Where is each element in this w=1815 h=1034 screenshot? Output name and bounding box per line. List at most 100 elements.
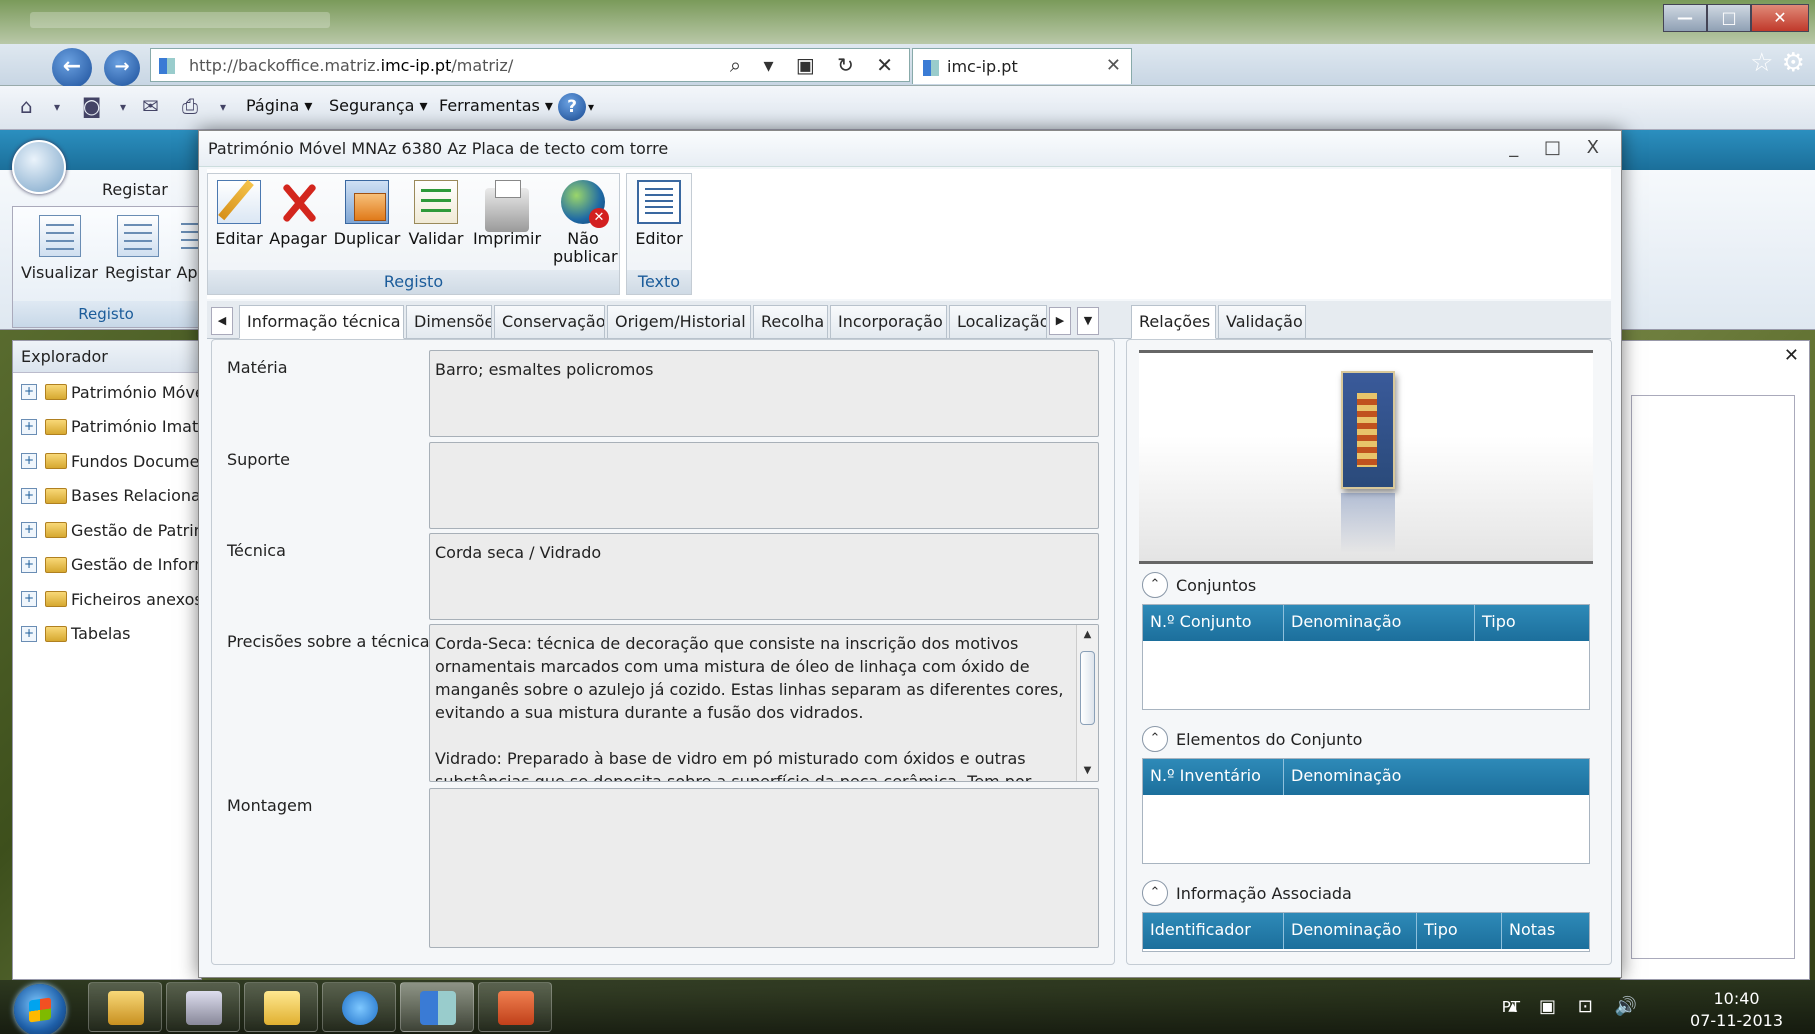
visualizar-button[interactable]: Visualizar bbox=[21, 215, 98, 282]
tree-item-label: Património Imaterial bbox=[71, 417, 201, 437]
taskbar-calculator[interactable] bbox=[166, 982, 240, 1032]
expand-icon[interactable]: + bbox=[21, 384, 37, 401]
scroll-down-icon[interactable]: ▼ bbox=[1077, 761, 1098, 781]
expand-icon[interactable]: + bbox=[21, 453, 37, 470]
tab-informacao-tecnica[interactable]: Informação técnica bbox=[239, 305, 404, 339]
expand-icon[interactable]: + bbox=[21, 591, 37, 608]
tab-list-dropdown-icon[interactable]: ▼ bbox=[1077, 307, 1099, 335]
suporte-field[interactable] bbox=[429, 442, 1099, 529]
scrollbar-thumb[interactable] bbox=[1080, 651, 1095, 725]
editor-button[interactable]: Editor bbox=[631, 180, 687, 248]
home-dropdown-icon[interactable]: ▾ bbox=[54, 100, 60, 114]
forward-button[interactable]: → bbox=[104, 50, 140, 86]
internet-explorer-icon bbox=[342, 991, 378, 1025]
collapse-chevron-icon[interactable]: ⌃ bbox=[1142, 726, 1168, 752]
precisoes-scrollbar[interactable]: ▲ ▼ bbox=[1076, 625, 1098, 781]
tab-relacoes[interactable]: Relações bbox=[1131, 305, 1216, 339]
montagem-field[interactable] bbox=[429, 788, 1099, 948]
maximize-button[interactable]: □ bbox=[1707, 4, 1751, 32]
security-menu[interactable]: Segurança ▾ bbox=[329, 96, 428, 115]
url-text[interactable]: http://backoffice.matriz.imc-ip.pt/matri… bbox=[189, 56, 513, 75]
column-header[interactable]: Denominação bbox=[1284, 605, 1475, 641]
help-icon[interactable]: ? bbox=[558, 93, 586, 121]
column-header[interactable]: Tipo bbox=[1417, 913, 1502, 949]
tab-validacao[interactable]: Validação bbox=[1218, 305, 1306, 339]
tab-scroll-left-icon[interactable]: ◀ bbox=[211, 307, 233, 335]
imprimir-button[interactable]: Imprimir bbox=[470, 180, 544, 248]
column-header[interactable]: Denominação bbox=[1284, 913, 1417, 949]
address-bar[interactable]: http://backoffice.matriz.imc-ip.pt/matri… bbox=[150, 48, 910, 82]
column-header[interactable]: Identificador bbox=[1143, 913, 1284, 949]
column-header[interactable]: Tipo bbox=[1475, 605, 1589, 641]
expand-icon[interactable]: + bbox=[21, 418, 37, 435]
tree-item[interactable]: + Gestão de Informação bbox=[13, 548, 201, 583]
close-panel-icon[interactable]: ✕ bbox=[1784, 345, 1799, 366]
precisoes-field[interactable]: Corda-Seca: técnica de decoração que con… bbox=[429, 624, 1099, 782]
home-icon[interactable]: ⌂ bbox=[20, 94, 33, 118]
tray-icons[interactable]: ▴ ▣ ⊡ 🔊 bbox=[1508, 996, 1645, 1017]
scroll-up-icon[interactable]: ▲ bbox=[1077, 625, 1098, 645]
tree-item[interactable]: + Bases Relacionais bbox=[13, 479, 201, 514]
validar-button[interactable]: Validar bbox=[406, 180, 466, 248]
start-button[interactable] bbox=[14, 984, 66, 1034]
tile-thumbnail[interactable] bbox=[1341, 371, 1395, 489]
tree-item[interactable]: + Tabelas bbox=[13, 617, 201, 652]
tab-scroll-right-icon[interactable]: ▶ bbox=[1049, 307, 1071, 335]
tools-menu[interactable]: Ferramentas ▾ bbox=[439, 96, 553, 115]
taskbar-app[interactable] bbox=[400, 982, 474, 1032]
tab-conservacao[interactable]: Conservação bbox=[494, 305, 605, 339]
duplicate-icon bbox=[345, 180, 389, 224]
clock[interactable]: 10:40 07-11-2013 bbox=[1690, 988, 1783, 1032]
back-button[interactable]: ← bbox=[52, 48, 92, 88]
tree-item[interactable]: + Património Imaterial bbox=[13, 410, 201, 445]
nao-publicar-button[interactable]: Não publicar bbox=[548, 180, 618, 266]
materia-field[interactable]: Barro; esmaltes policromos bbox=[429, 350, 1099, 437]
column-header[interactable]: N.º Inventário bbox=[1143, 759, 1284, 795]
tab-recolha[interactable]: Recolha bbox=[753, 305, 828, 339]
column-header[interactable]: Denominação bbox=[1284, 759, 1589, 795]
print-dropdown-icon[interactable]: ▾ bbox=[220, 100, 226, 114]
object-image-viewer[interactable] bbox=[1139, 350, 1593, 564]
tab-origem-historial[interactable]: Origem/Historial bbox=[607, 305, 751, 339]
tree-item[interactable]: + Ficheiros anexos bbox=[13, 582, 201, 617]
editar-button[interactable]: Editar bbox=[212, 180, 266, 248]
collapse-chevron-icon[interactable]: ⌃ bbox=[1142, 572, 1168, 598]
expand-icon[interactable]: + bbox=[21, 625, 37, 642]
collapse-chevron-icon[interactable]: ⌃ bbox=[1142, 880, 1168, 906]
help-dropdown-icon[interactable]: ▾ bbox=[588, 100, 594, 114]
ribbon-tab-registar[interactable]: Registar bbox=[102, 180, 168, 199]
tree-item[interactable]: + Gestão de Património bbox=[13, 513, 201, 548]
close-window-button[interactable]: ✕ bbox=[1751, 4, 1809, 32]
taskbar-explorer[interactable] bbox=[88, 982, 162, 1032]
tecnica-field[interactable]: Corda seca / Vidrado bbox=[429, 533, 1099, 620]
taskbar-powerpoint[interactable] bbox=[478, 982, 552, 1032]
expand-icon[interactable]: + bbox=[21, 522, 37, 539]
minimize-button[interactable]: — bbox=[1663, 4, 1707, 32]
expand-icon[interactable]: + bbox=[21, 487, 37, 504]
expand-icon[interactable]: + bbox=[21, 556, 37, 573]
address-bar-icons[interactable]: ⌕ ▾ ▣ ↻ ✕ bbox=[730, 53, 901, 77]
tab-localizacao[interactable]: Localização bbox=[949, 305, 1047, 339]
feeds-dropdown-icon[interactable]: ▾ bbox=[120, 100, 126, 114]
page-menu[interactable]: Página ▾ bbox=[246, 96, 312, 115]
tab-incorporacao[interactable]: Incorporação bbox=[830, 305, 947, 339]
mail-icon[interactable]: ✉ bbox=[142, 94, 159, 118]
apagar-button-partial[interactable]: Ap bbox=[175, 215, 199, 282]
feeds-icon[interactable]: ◙ bbox=[82, 94, 101, 118]
column-header[interactable]: Notas bbox=[1502, 913, 1589, 949]
browser-tab[interactable]: imc-ip.pt ✕ bbox=[912, 48, 1132, 84]
column-header[interactable]: N.º Conjunto bbox=[1143, 605, 1284, 641]
apagar-button[interactable]: Apagar bbox=[268, 180, 328, 248]
taskbar-ie[interactable] bbox=[322, 982, 396, 1032]
taskbar-sticky[interactable] bbox=[244, 982, 318, 1032]
app-logo-orb[interactable] bbox=[12, 140, 66, 194]
favorites-tools-icons[interactable]: ☆ ⚙ bbox=[1750, 48, 1805, 78]
tree-item[interactable]: + Património Móvel bbox=[13, 375, 201, 410]
tab-dimensoes[interactable]: Dimensões bbox=[406, 305, 492, 339]
close-tab-icon[interactable]: ✕ bbox=[1106, 55, 1121, 76]
dialog-window-controls[interactable]: _ □ X bbox=[1509, 137, 1609, 158]
duplicar-button[interactable]: Duplicar bbox=[332, 180, 402, 248]
registar-button[interactable]: Registar bbox=[105, 215, 171, 282]
tree-item[interactable]: + Fundos Documentais bbox=[13, 444, 201, 479]
print-icon[interactable]: ⎙ bbox=[182, 94, 198, 118]
